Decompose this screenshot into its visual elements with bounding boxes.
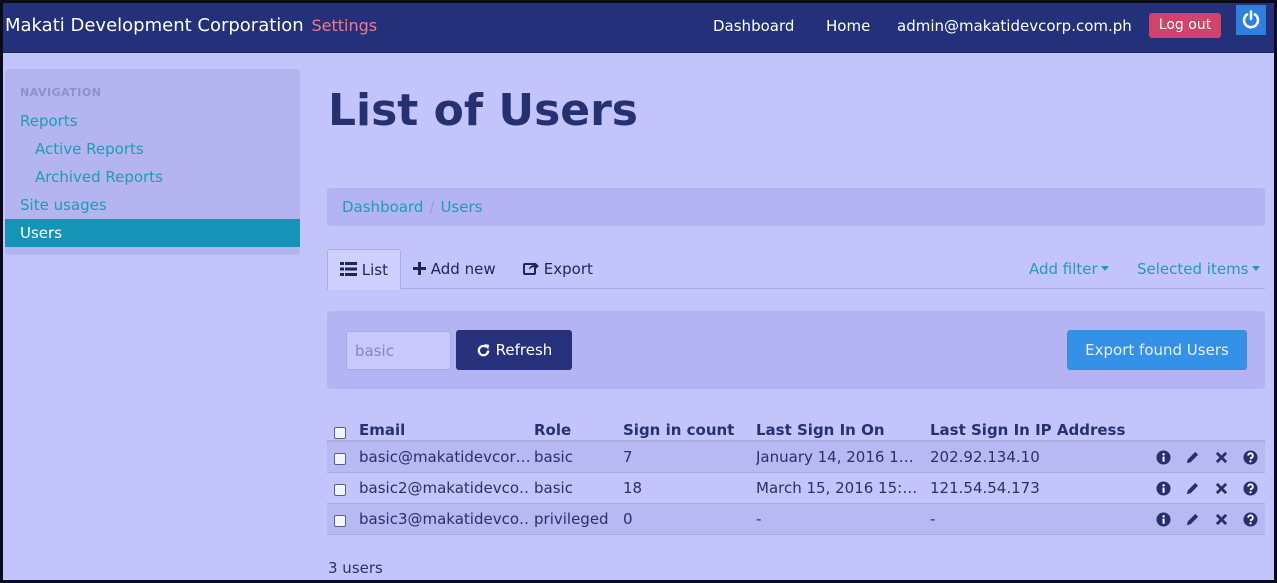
cell-sign-in-count: 0 — [623, 510, 633, 528]
add-filter-label: Add filter — [1029, 260, 1098, 278]
breadcrumb-users[interactable]: Users — [440, 198, 482, 216]
cell-ip: 121.54.54.173 — [930, 479, 1040, 497]
search-input[interactable] — [346, 331, 451, 370]
share-icon — [523, 262, 539, 275]
plus-icon — [413, 262, 426, 275]
header-email[interactable]: Email — [359, 411, 405, 442]
row-actions — [1154, 473, 1265, 504]
table-header: Email Role Sign in count Last Sign In On… — [327, 411, 1265, 442]
top-navbar: Makati Development Corporation Settings … — [3, 3, 1274, 53]
brand[interactable]: Makati Development Corporation Settings — [5, 15, 377, 36]
delete-icon[interactable] — [1212, 449, 1230, 467]
header-last-sign-in-on[interactable]: Last Sign In On — [756, 411, 885, 442]
delete-icon[interactable] — [1212, 511, 1230, 529]
result-count: 3 users — [328, 559, 383, 577]
header-last-sign-in-ip[interactable]: Last Sign In IP Address — [930, 411, 1125, 442]
select-all-checkbox[interactable] — [334, 427, 346, 439]
cell-sign-in-count: 7 — [623, 448, 633, 466]
delete-icon[interactable] — [1212, 480, 1230, 498]
sidebar-item-reports[interactable]: Reports — [5, 107, 300, 135]
help-icon[interactable] — [1241, 480, 1259, 498]
filter-panel: Refresh Export found Users — [327, 311, 1265, 389]
table-row: basic@makatidevcor… basic 7 January 14, … — [327, 442, 1265, 473]
tab-export-label: Export — [543, 260, 593, 278]
sidebar-item-users[interactable]: Users — [5, 219, 300, 247]
cell-last-sign-in-on: - — [756, 510, 762, 528]
cell-role: basic — [534, 479, 573, 497]
brand-name: Makati Development Corporation — [5, 15, 304, 36]
row-checkbox[interactable] — [334, 515, 346, 527]
row-actions — [1154, 504, 1265, 535]
cell-sign-in-count: 18 — [623, 479, 643, 497]
cell-last-sign-in-on: January 14, 2016 1… — [756, 448, 914, 466]
nav-home-link[interactable]: Home — [826, 17, 870, 35]
list-icon — [340, 262, 357, 276]
power-button[interactable] — [1236, 5, 1266, 35]
cell-ip: 202.92.134.10 — [930, 448, 1040, 466]
edit-icon[interactable] — [1183, 511, 1201, 529]
refresh-icon — [477, 343, 489, 356]
tab-add-new[interactable]: Add new — [413, 249, 496, 289]
cell-email: basic2@makatidevco… — [359, 479, 529, 497]
users-table: Email Role Sign in count Last Sign In On… — [327, 411, 1265, 535]
sidebar-header: NAVIGATION — [20, 86, 102, 99]
cell-email: basic3@makatidevco… — [359, 510, 529, 528]
action-tabs: List Add new Export Add filter Selected … — [327, 249, 1265, 290]
caret-down-icon — [1251, 265, 1260, 271]
cell-ip: - — [930, 510, 936, 528]
tab-list-label: List — [361, 261, 389, 279]
sidebar: NAVIGATION Reports Active Reports Archiv… — [5, 69, 300, 255]
cell-role: privileged — [534, 510, 609, 528]
header-role[interactable]: Role — [534, 411, 571, 442]
breadcrumb-dashboard[interactable]: Dashboard — [342, 198, 423, 216]
tab-list[interactable]: List — [327, 249, 402, 290]
help-icon[interactable] — [1241, 449, 1259, 467]
row-checkbox[interactable] — [334, 453, 346, 465]
row-actions — [1154, 442, 1265, 473]
edit-icon[interactable] — [1183, 480, 1201, 498]
cell-last-sign-in-on: March 15, 2016 15:… — [756, 479, 918, 497]
logout-button[interactable]: Log out — [1149, 13, 1221, 38]
info-icon[interactable] — [1154, 511, 1172, 529]
info-icon[interactable] — [1154, 480, 1172, 498]
header-sign-in-count[interactable]: Sign in count — [623, 411, 734, 442]
refresh-label: Refresh — [495, 341, 553, 359]
add-filter-dropdown[interactable]: Add filter — [1029, 249, 1109, 289]
export-found-users-button[interactable]: Export found Users — [1067, 330, 1247, 370]
caret-down-icon — [1100, 265, 1109, 271]
page-title: List of Users — [328, 85, 638, 136]
help-icon[interactable] — [1241, 511, 1259, 529]
power-icon — [1242, 10, 1260, 29]
row-checkbox[interactable] — [334, 484, 346, 496]
sidebar-item-archived-reports[interactable]: Archived Reports — [5, 163, 300, 191]
nav-account-link[interactable]: admin@makatidevcorp.com.ph — [897, 17, 1132, 35]
breadcrumb: Dashboard / Users — [327, 188, 1265, 226]
refresh-button[interactable]: Refresh — [456, 330, 572, 370]
edit-icon[interactable] — [1183, 449, 1201, 467]
selected-items-dropdown[interactable]: Selected items — [1137, 249, 1260, 289]
cell-role: basic — [534, 448, 573, 466]
breadcrumb-separator: / — [429, 198, 435, 216]
table-row: basic2@makatidevco… basic 18 March 15, 2… — [327, 473, 1265, 504]
info-icon[interactable] — [1154, 449, 1172, 467]
selected-items-label: Selected items — [1137, 260, 1249, 278]
sidebar-item-active-reports[interactable]: Active Reports — [5, 135, 300, 163]
cell-email: basic@makatidevcor… — [359, 448, 529, 466]
tab-add-new-label: Add new — [430, 260, 496, 278]
table-row: basic3@makatidevco… privileged 0 - - — [327, 504, 1265, 535]
brand-section: Settings — [311, 16, 378, 35]
sidebar-item-site-usages[interactable]: Site usages — [5, 191, 300, 219]
nav-dashboard-link[interactable]: Dashboard — [713, 17, 794, 35]
tab-export[interactable]: Export — [523, 249, 593, 289]
